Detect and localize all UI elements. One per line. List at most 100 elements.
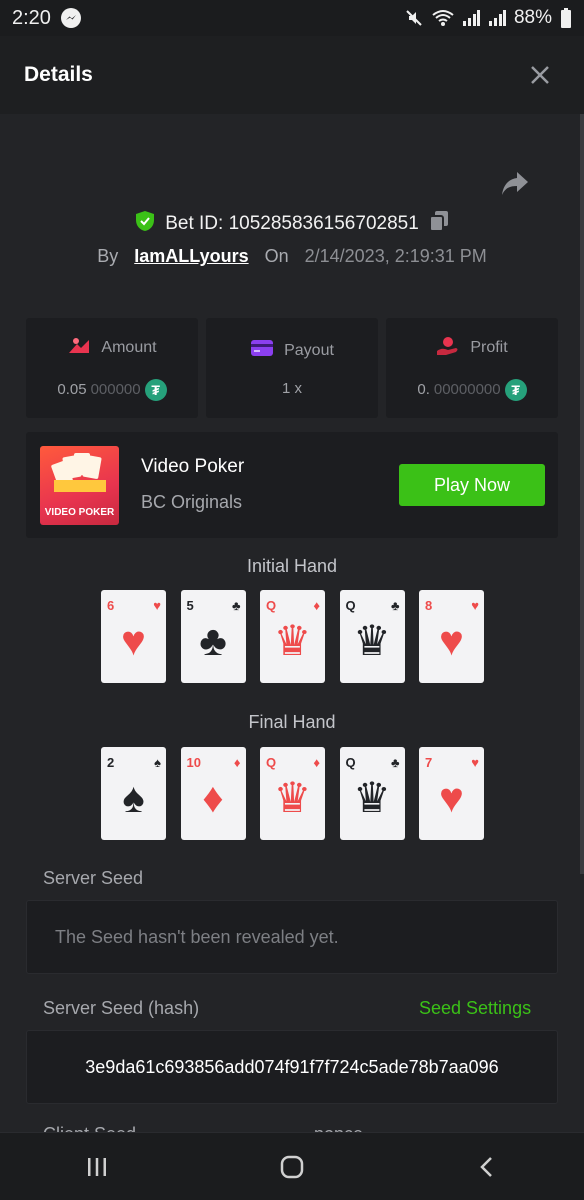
details-content: Bet ID: 105285836156702851 By IamALLyour… [0, 114, 584, 1132]
on-label: On [264, 246, 289, 266]
amount-label: Amount [101, 339, 157, 356]
queen-figure-icon: ♛ [353, 774, 391, 821]
card-rank: Q [266, 755, 277, 770]
card-rank: 5 [186, 598, 194, 613]
card-pip-icon: ♣ [199, 617, 227, 664]
card-rank: Q [266, 598, 277, 613]
tether-icon: ₮ [144, 378, 167, 401]
card-rank: 10 [186, 755, 201, 770]
share-button[interactable] [500, 170, 530, 198]
home-button[interactable] [262, 1142, 322, 1192]
final-hand-title: Final Hand [248, 712, 336, 732]
battery-level: 88% [513, 7, 552, 28]
play-now-button[interactable]: Play Now [399, 464, 545, 506]
queen-figure-icon: ♛ [273, 774, 312, 821]
card-suit-icon: ♥ [471, 755, 479, 770]
stat-amount: Amount 0.05 000000 ₮ [26, 318, 198, 418]
server-seed-field: The Seed hasn't been revealed yet. [26, 900, 558, 974]
card-suit-icon: ♣ [390, 598, 400, 613]
messenger-icon [60, 8, 81, 28]
card-pip-icon: ♥ [439, 617, 464, 664]
bet-stats: Amount 0.05 000000 ₮ Payout 1 x Profit 0… [26, 318, 558, 418]
wifi-icon [432, 9, 454, 27]
recent-apps-button[interactable] [67, 1142, 127, 1192]
nonce-label: nonce [314, 1124, 363, 1132]
bet-meta-row: By IamALLyours On 2/14/2023, 2:19:31 PM [0, 246, 584, 267]
initial-hand-title: Initial Hand [246, 556, 338, 576]
card-rank: Q [345, 755, 356, 770]
playing-card: Q ♣ ♛ [339, 747, 405, 840]
playing-card: 6 ♥ ♥ [101, 590, 166, 683]
payout-card-icon [250, 339, 274, 362]
close-button[interactable] [520, 55, 560, 95]
game-thumbnail[interactable]: VIDEO POKER [40, 446, 119, 525]
queen-figure-icon: ♛ [273, 617, 312, 664]
card-pip-icon: ♥ [121, 617, 146, 664]
android-nav-bar [0, 1132, 584, 1200]
signal-icon [488, 10, 506, 26]
payout-label: Payout [284, 341, 334, 359]
queen-figure-icon: ♛ [353, 617, 391, 664]
card-pip-icon: ♠ [122, 774, 145, 821]
card-suit-icon: ♦ [313, 755, 320, 770]
user-link[interactable]: IamALLyours [134, 246, 248, 267]
playing-card: 8 ♥ ♥ [419, 590, 484, 683]
card-suit-icon: ♣ [390, 755, 400, 770]
amount-value-dim: 000000 [90, 381, 141, 398]
cards-fan-icon [51, 453, 106, 492]
profit-value-dim: 00000000 [433, 381, 501, 398]
game-thumbnail-label: VIDEO POKER [44, 507, 115, 518]
back-button[interactable] [457, 1142, 517, 1192]
copy-icon [428, 211, 448, 232]
amount-icon [67, 336, 91, 361]
card-rank: 2 [107, 755, 115, 770]
copy-button[interactable] [428, 210, 449, 238]
playing-card: Q ♣ ♛ [339, 590, 405, 683]
server-seed-value: The Seed hasn't been revealed yet. [55, 926, 339, 947]
playing-card: Q ♦ ♛ [260, 590, 325, 683]
profit-value: 0. [417, 381, 430, 398]
amount-value: 0.05 [57, 381, 87, 398]
card-pip-icon: ♦ [202, 774, 224, 821]
card-suit-icon: ♥ [471, 598, 479, 613]
scrollbar[interactable] [580, 114, 584, 874]
card-suit-icon: ♦ [233, 755, 241, 770]
battery-icon [560, 8, 572, 28]
profit-icon [436, 336, 460, 361]
client-seed-label: Client Seed [43, 1124, 136, 1132]
signal-icon [462, 10, 480, 26]
card-suit-icon: ♠ [154, 755, 161, 770]
stat-profit: Profit 0. 00000000 ₮ [386, 318, 558, 418]
game-provider: BC Originals [141, 492, 243, 512]
verified-shield-icon [135, 210, 155, 238]
playing-card: 7 ♥ ♥ [419, 747, 484, 840]
status-bar: 2:20 88% [0, 0, 584, 36]
card-suit-icon: ♣ [231, 598, 241, 613]
share-icon [502, 172, 528, 195]
page-title: Details [24, 63, 93, 86]
card-pip-icon: ♥ [439, 774, 464, 821]
server-seed-hash-field: 3e9da61c693856add074f91f7f724c5ade78b7aa… [26, 1030, 558, 1104]
tether-icon: ₮ [504, 378, 527, 401]
payout-value: 1 x [281, 380, 302, 397]
card-rank: 7 [425, 755, 433, 770]
status-time: 2:20 [12, 6, 51, 29]
card-suit-icon: ♥ [153, 598, 161, 613]
server-seed-label: Server Seed [43, 868, 144, 888]
card-rank: Q [345, 598, 356, 613]
card-suit-icon: ♦ [313, 598, 320, 613]
card-rank: 6 [107, 598, 115, 613]
card-rank: 8 [425, 598, 433, 613]
server-seed-hash-value: 3e9da61c693856add074f91f7f724c5ade78b7aa… [85, 1056, 499, 1077]
final-hand: 2 ♠ ♠ 10 ♦ ♦ Q ♦ ♛ Q ♣ ♛ 7 ♥ ♥ [101, 747, 484, 840]
initial-hand: 6 ♥ ♥ 5 ♣ ♣ Q ♦ ♛ Q ♣ ♛ 8 ♥ ♥ [101, 590, 484, 683]
bet-date: 2/14/2023, 2:19:31 PM [304, 246, 487, 266]
game-name: Video Poker [141, 456, 245, 477]
by-label: By [97, 246, 119, 266]
recent-apps-icon [88, 1157, 107, 1176]
bet-id-row: Bet ID: 105285836156702851 [0, 210, 584, 238]
close-icon [531, 66, 549, 84]
seed-settings-link[interactable]: Seed Settings [419, 998, 531, 1019]
playing-card: 5 ♣ ♣ [180, 590, 246, 683]
home-icon [280, 1155, 304, 1178]
